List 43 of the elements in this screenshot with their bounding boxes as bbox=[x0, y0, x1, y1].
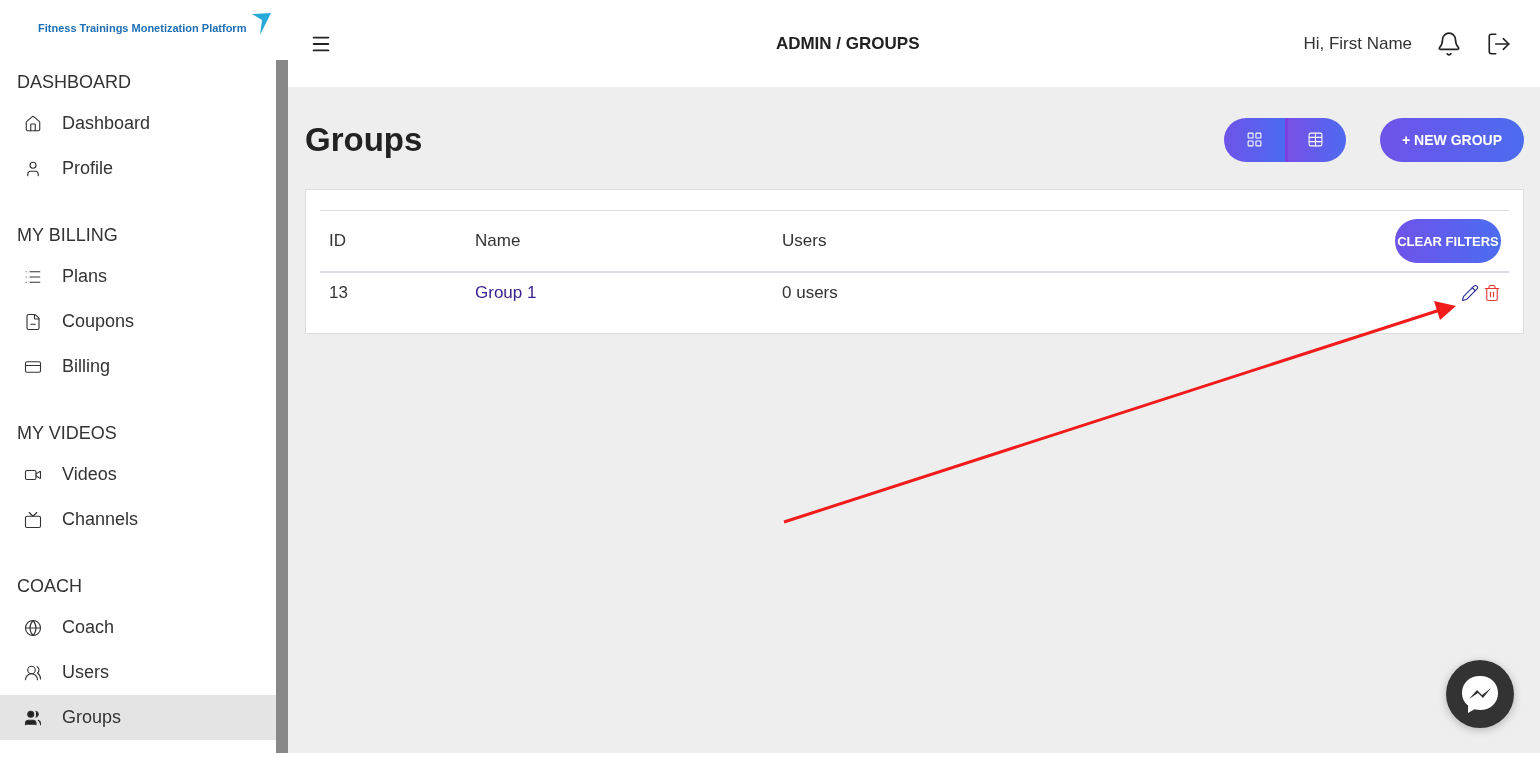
table-cell-text: 0 users bbox=[782, 283, 839, 303]
sidebar-item[interactable]: Coupons bbox=[0, 299, 276, 344]
column-header: Name bbox=[475, 231, 522, 251]
logo-text: Fitness Trainings Monetization Platform bbox=[38, 22, 247, 34]
document-icon bbox=[24, 312, 42, 331]
sidebar-item[interactable]: Plans bbox=[0, 254, 276, 299]
section-heading: MY VIDEOS bbox=[16, 422, 118, 445]
table-icon bbox=[1307, 131, 1325, 148]
page-title: Groups bbox=[305, 120, 424, 159]
sidebar-item[interactable]: Users bbox=[0, 650, 276, 695]
table-view-button[interactable] bbox=[1285, 117, 1347, 162]
user-greeting: Hi, First Name bbox=[1303, 33, 1412, 54]
new-group-button[interactable]: + NEW GROUP bbox=[1380, 117, 1524, 162]
sidebar-item[interactable]: Profile bbox=[0, 146, 276, 191]
sidebar-item[interactable]: Coach bbox=[0, 605, 276, 650]
sidebar-item[interactable]: Channels bbox=[0, 497, 276, 542]
page-breadcrumb: ADMIN / GROUPS bbox=[774, 33, 921, 54]
globe-icon bbox=[24, 618, 42, 637]
sidebar-item[interactable]: Videos bbox=[0, 452, 276, 497]
logo-swoosh-icon bbox=[250, 12, 273, 36]
clear-filters-button[interactable]: CLEAR FILTERS bbox=[1395, 219, 1501, 263]
edit-icon[interactable] bbox=[1461, 284, 1479, 302]
section-heading: COACH bbox=[16, 575, 83, 598]
bell-icon[interactable] bbox=[1436, 30, 1462, 57]
table-cell-text: 13 bbox=[329, 283, 349, 303]
column-header: ID bbox=[329, 231, 347, 251]
sidebar-item[interactable]: Dashboard bbox=[0, 101, 276, 146]
users-icon bbox=[24, 663, 42, 682]
section-heading: DASHBOARD bbox=[16, 71, 133, 94]
user-icon bbox=[24, 159, 42, 178]
group-link[interactable]: Group 1 bbox=[475, 283, 782, 303]
logout-icon[interactable] bbox=[1486, 30, 1512, 57]
users-icon bbox=[24, 708, 42, 727]
sidebar-item[interactable]: Groups bbox=[0, 695, 276, 740]
tv-play-icon bbox=[24, 510, 42, 529]
column-header: Users bbox=[782, 231, 828, 251]
scrollbar[interactable] bbox=[276, 60, 288, 753]
section-heading: MY BILLING bbox=[16, 224, 119, 247]
home-icon bbox=[24, 114, 42, 133]
delete-icon[interactable] bbox=[1483, 284, 1501, 302]
sidebar-item[interactable]: Billing bbox=[0, 344, 276, 389]
grid-icon bbox=[1246, 131, 1264, 148]
grid-view-button[interactable] bbox=[1224, 117, 1286, 162]
